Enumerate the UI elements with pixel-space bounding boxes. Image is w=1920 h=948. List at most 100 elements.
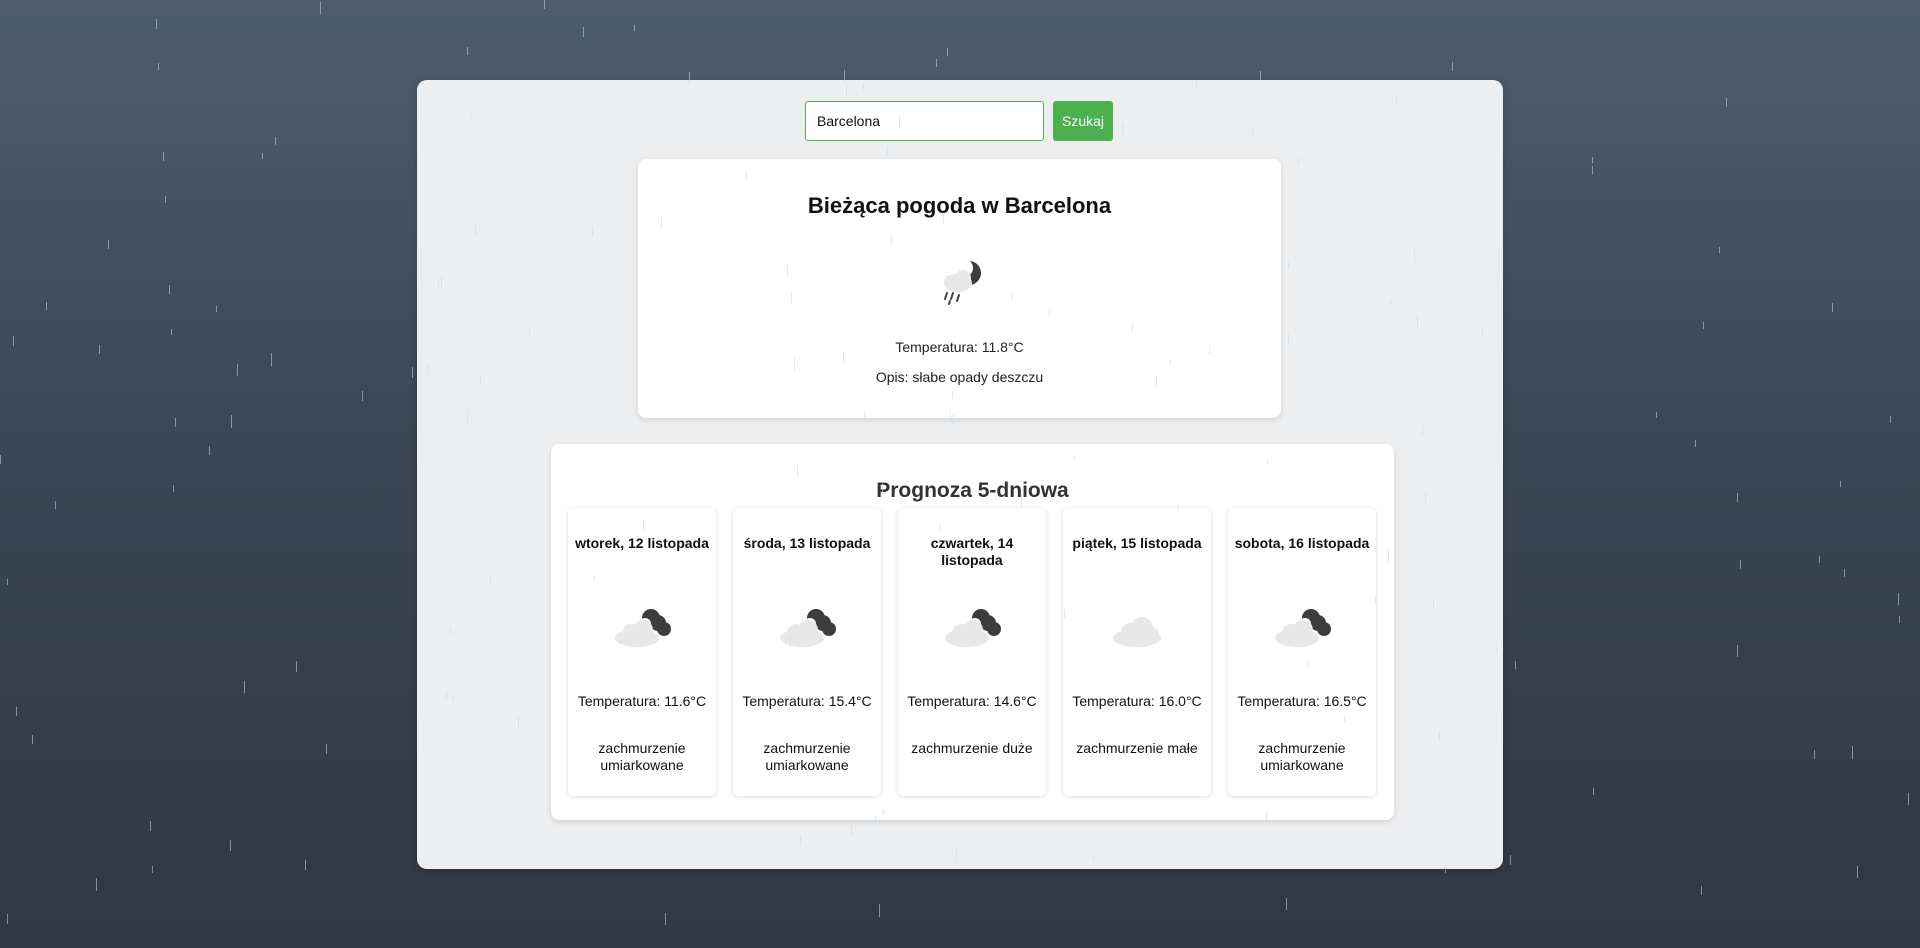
raindrop xyxy=(275,137,276,145)
raindrop xyxy=(947,48,948,56)
raindrop xyxy=(1703,322,1704,329)
raindrop xyxy=(1593,788,1594,795)
raindrop xyxy=(1701,886,1702,895)
cloud-moon-icon xyxy=(1275,609,1331,647)
raindrop xyxy=(0,455,1,464)
raindrop xyxy=(1592,157,1593,163)
forecast-panel: Prognoza 5-dniowa wtorek, 12 listopada T… xyxy=(551,444,1394,820)
forecast-day-description: zachmurzenie małe xyxy=(1076,740,1198,756)
raindrop xyxy=(16,707,17,716)
raindrop xyxy=(271,353,272,366)
raindrop xyxy=(879,904,880,917)
forecast-day-card: środa, 13 listopada Temperatura: 15.4°C … xyxy=(733,508,881,796)
raindrop xyxy=(1740,560,1741,569)
raindrop xyxy=(7,914,8,924)
current-weather-card: Bieżąca pogoda w Barcelona Temperatura: … xyxy=(638,159,1281,418)
raindrop xyxy=(1857,866,1858,878)
city-search-input[interactable] xyxy=(805,101,1044,141)
forecast-day-temperature: Temperatura: 16.0°C xyxy=(1072,693,1202,709)
forecast-day-temperature: Temperatura: 14.6°C xyxy=(907,693,1037,709)
raindrop xyxy=(1737,645,1738,657)
raindrop xyxy=(936,59,937,67)
raindrop xyxy=(634,25,635,31)
current-weather-title: Bieżąca pogoda w Barcelona xyxy=(807,193,1112,218)
forecast-day-date: sobota, 16 listopada xyxy=(1234,535,1370,551)
raindrop xyxy=(412,367,413,378)
raindrop xyxy=(158,63,159,70)
forecast-day-description: zachmurzenie umiarkowane xyxy=(763,740,851,773)
cloud-moon-icon xyxy=(945,609,1001,647)
raindrop xyxy=(209,446,210,455)
raindrop xyxy=(296,661,297,672)
raindrop xyxy=(55,501,56,509)
raindrop xyxy=(163,152,164,161)
raindrop xyxy=(171,329,172,335)
raindrop xyxy=(583,27,584,37)
cloud-moon-icon xyxy=(615,609,671,647)
raindrop xyxy=(231,415,232,428)
cloud-icon xyxy=(1113,617,1161,647)
raindrop xyxy=(96,878,97,891)
forecast-title: Prognoza 5-dniowa xyxy=(876,479,1069,502)
raindrop xyxy=(544,0,545,9)
raindrop xyxy=(7,579,8,585)
raindrop xyxy=(320,2,321,14)
raindrop xyxy=(152,866,153,873)
forecast-day-card: wtorek, 12 listopada Temperatura: 11.6°C… xyxy=(568,508,716,796)
raindrop xyxy=(169,285,170,294)
raindrop xyxy=(32,735,33,744)
forecast-day-description: zachmurzenie umiarkowane xyxy=(1258,740,1346,773)
current-temperature: Temperatura: 11.8°C xyxy=(895,339,1024,355)
raindrop xyxy=(665,913,666,925)
forecast-day-temperature: Temperatura: 15.4°C xyxy=(742,693,872,709)
raindrop xyxy=(1899,616,1900,623)
raindrop xyxy=(362,391,363,401)
forecast-day-card: sobota, 16 listopada Temperatura: 16.5°C… xyxy=(1228,508,1376,796)
raindrop xyxy=(1452,62,1453,71)
forecast-day-date: piątek, 15 listopada xyxy=(1072,535,1202,551)
search-button[interactable]: Szukaj xyxy=(1053,101,1113,141)
raindrop xyxy=(1840,481,1841,487)
raindrop xyxy=(1814,750,1815,759)
forecast-days: wtorek, 12 listopada Temperatura: 11.6°C… xyxy=(568,508,1376,796)
raindrop xyxy=(1898,593,1899,605)
raindrop xyxy=(230,840,231,851)
forecast-day-description: zachmurzenie umiarkowane xyxy=(598,740,686,773)
raindrop xyxy=(1908,793,1909,805)
raindrop xyxy=(175,418,176,427)
raindrop xyxy=(244,681,245,693)
raindrop xyxy=(216,306,217,312)
forecast-day-temperature: Temperatura: 11.6°C xyxy=(577,693,707,709)
raindrop xyxy=(1890,416,1891,423)
raindrop xyxy=(1286,898,1287,910)
raindrop xyxy=(237,364,238,376)
raindrop xyxy=(1852,746,1853,759)
raindrop xyxy=(1844,569,1845,577)
raindrop xyxy=(326,744,327,754)
raindrop xyxy=(99,345,100,354)
raindrop xyxy=(46,302,47,310)
raindrop xyxy=(1819,556,1820,563)
raindrop xyxy=(173,485,174,492)
raindrop xyxy=(1260,71,1261,80)
forecast-day-temperature: Temperatura: 16.5°C xyxy=(1237,693,1367,709)
raindrop xyxy=(1656,412,1657,418)
raindrop xyxy=(1726,98,1727,107)
raindrop xyxy=(1510,855,1511,865)
raindrop xyxy=(108,240,109,249)
forecast-day-card: czwartek, 14 listopada Temperatura: 14.6… xyxy=(898,508,1046,796)
raindrop xyxy=(1592,166,1593,174)
raindrop xyxy=(165,196,166,203)
cloud-moon-icon xyxy=(780,609,836,647)
raindrop xyxy=(1695,440,1696,447)
forecast-day-date: wtorek, 12 listopada xyxy=(575,535,709,551)
weather-app-container: Szukaj Bieżąca pogoda w Barcelona Temper… xyxy=(417,80,1503,869)
raindrop xyxy=(262,153,263,159)
search-bar: Szukaj xyxy=(805,101,1113,141)
raindrop xyxy=(1515,661,1516,669)
raindrop xyxy=(1719,247,1720,253)
forecast-day-description: zachmurzenie duże xyxy=(911,740,1033,756)
raindrop xyxy=(1737,493,1738,502)
current-description: Opis: słabe opady deszczu xyxy=(875,369,1044,385)
raindrop xyxy=(305,860,306,870)
